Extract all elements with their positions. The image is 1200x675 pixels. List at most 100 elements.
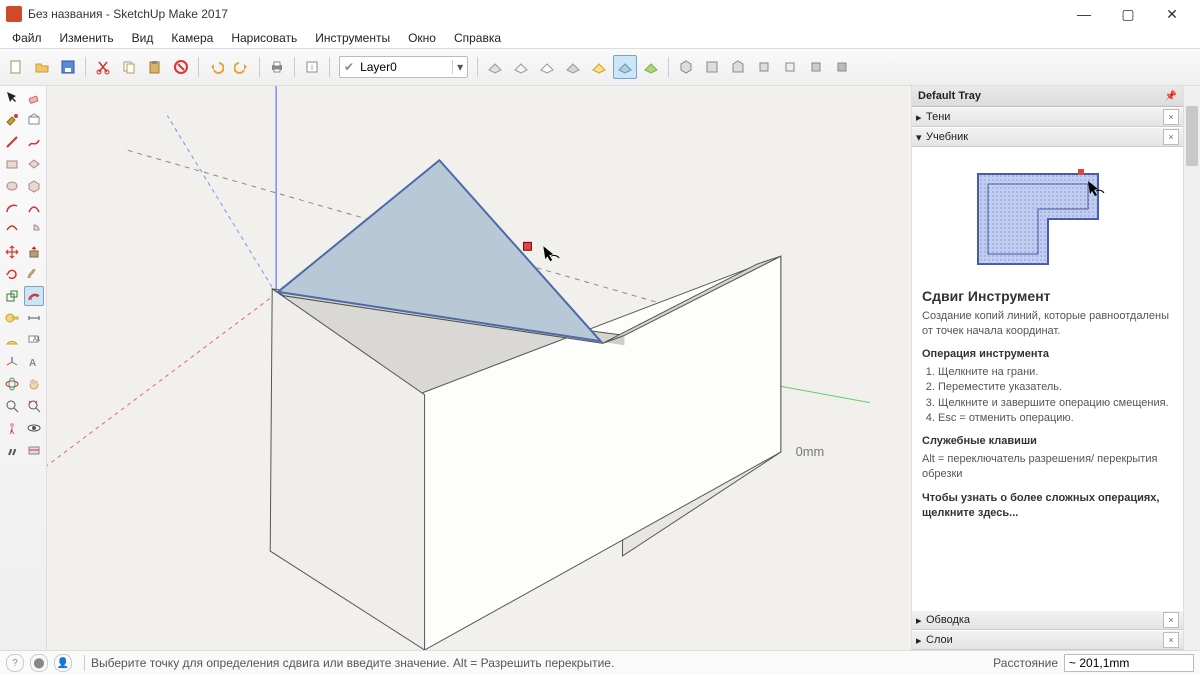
undo-button[interactable] — [204, 55, 228, 79]
menu-camera[interactable]: Камера — [163, 29, 221, 47]
tape-tool[interactable] — [2, 308, 22, 328]
line-tool[interactable] — [2, 132, 22, 152]
svg-text:A: A — [29, 358, 36, 369]
menu-file[interactable]: Файл — [4, 29, 50, 47]
freehand-tool[interactable] — [24, 132, 44, 152]
move-tool[interactable] — [2, 242, 22, 262]
3dtext-tool[interactable]: A — [24, 352, 44, 372]
panel-outliner[interactable]: ▸Обводка × — [912, 610, 1183, 630]
new-button[interactable] — [4, 55, 28, 79]
svg-text:i: i — [311, 63, 313, 72]
view-left-button[interactable] — [804, 55, 828, 79]
paint-tool[interactable] — [2, 110, 22, 130]
delete-button[interactable] — [169, 55, 193, 79]
pan-tool[interactable] — [24, 374, 44, 394]
section-tool[interactable] — [24, 440, 44, 460]
instructor-steps: Щелкните на грани. Переместите указатель… — [938, 365, 1173, 427]
panel-close-icon[interactable]: × — [1163, 109, 1179, 125]
dimension-tool[interactable] — [24, 308, 44, 328]
maximize-button[interactable]: ▢ — [1106, 0, 1150, 28]
pushpull-tool[interactable] — [24, 242, 44, 262]
style-xray-button[interactable] — [483, 55, 507, 79]
panel-close-icon[interactable]: × — [1163, 129, 1179, 145]
zoom-extents-tool[interactable] — [24, 396, 44, 416]
svg-text:A1: A1 — [33, 337, 41, 343]
view-bottom-button[interactable] — [830, 55, 854, 79]
view-back-button[interactable] — [778, 55, 802, 79]
open-button[interactable] — [30, 55, 54, 79]
arc-tool[interactable] — [2, 198, 22, 218]
minimize-button[interactable]: — — [1062, 0, 1106, 28]
polygon-tool[interactable] — [24, 176, 44, 196]
panel-close-icon[interactable]: × — [1163, 632, 1179, 648]
menu-bar: Файл Изменить Вид Камера Нарисовать Инст… — [0, 28, 1200, 48]
zoom-tool[interactable] — [2, 396, 22, 416]
tray-scrollbar[interactable] — [1183, 86, 1200, 650]
menu-draw[interactable]: Нарисовать — [223, 29, 305, 47]
style-hidden-button[interactable] — [535, 55, 559, 79]
view-right-button[interactable] — [752, 55, 776, 79]
select-tool[interactable] — [2, 88, 22, 108]
menu-help[interactable]: Справка — [446, 29, 509, 47]
view-iso-button[interactable] — [674, 55, 698, 79]
3d-viewport[interactable]: 0mm — [47, 86, 911, 650]
panel-shadows[interactable]: ▸Тени × — [912, 107, 1183, 127]
tray-title[interactable]: Default Tray 📌 — [912, 86, 1183, 107]
3pt-arc-tool[interactable] — [2, 220, 22, 240]
layer-visible-icon[interactable]: ✔ — [340, 60, 358, 74]
axes-tool[interactable] — [2, 352, 22, 372]
2pt-arc-tool[interactable] — [24, 198, 44, 218]
style-shaded-button[interactable] — [561, 55, 585, 79]
menu-view[interactable]: Вид — [124, 29, 162, 47]
rectangle-tool[interactable] — [2, 154, 22, 174]
instructor-more-link[interactable]: Чтобы узнать о более сложных операциях, … — [922, 491, 1173, 522]
menu-edit[interactable]: Изменить — [52, 29, 122, 47]
component-tool[interactable] — [24, 110, 44, 130]
scale-tool[interactable] — [2, 286, 22, 306]
view-front-button[interactable] — [726, 55, 750, 79]
menu-tools[interactable]: Инструменты — [307, 29, 398, 47]
orbit-tool[interactable] — [2, 374, 22, 394]
circle-tool[interactable] — [2, 176, 22, 196]
model-info-button[interactable]: i — [300, 55, 324, 79]
measurement-input[interactable] — [1064, 654, 1194, 672]
copy-button[interactable] — [117, 55, 141, 79]
look-around-tool[interactable] — [24, 418, 44, 438]
walk-tool[interactable] — [2, 440, 22, 460]
save-button[interactable] — [56, 55, 80, 79]
offset-tool[interactable] — [24, 286, 44, 306]
pie-tool[interactable] — [24, 220, 44, 240]
tool-palette: A1 A — [0, 86, 47, 650]
window-title: Без названия - SketchUp Make 2017 — [28, 7, 1062, 21]
text-tool[interactable]: A1 — [24, 330, 44, 350]
view-top-button[interactable] — [700, 55, 724, 79]
protractor-tool[interactable] — [2, 330, 22, 350]
eraser-tool[interactable] — [24, 88, 44, 108]
layer-name-input[interactable] — [358, 60, 452, 74]
print-button[interactable] — [265, 55, 289, 79]
redo-button[interactable] — [230, 55, 254, 79]
panel-layers[interactable]: ▸Слои × — [912, 630, 1183, 650]
style-mono-button[interactable] — [613, 55, 637, 79]
instructor-tool-desc: Создание копий линий, которые равноотдал… — [922, 309, 1173, 340]
cut-button[interactable] — [91, 55, 115, 79]
menu-window[interactable]: Окно — [400, 29, 444, 47]
followme-tool[interactable] — [24, 264, 44, 284]
layer-selector[interactable]: ✔ ▾ — [339, 56, 468, 78]
style-textured-button[interactable] — [639, 55, 663, 79]
geo-icon[interactable]: ⬤ — [30, 654, 48, 672]
rotated-rect-tool[interactable] — [24, 154, 44, 174]
panel-close-icon[interactable]: × — [1163, 612, 1179, 628]
position-camera-tool[interactable] — [2, 418, 22, 438]
style-wire-button[interactable] — [509, 55, 533, 79]
main-toolbar: i ✔ ▾ — [0, 48, 1200, 86]
rotate-tool[interactable] — [2, 264, 22, 284]
close-button[interactable]: ✕ — [1150, 0, 1194, 28]
layer-dropdown-icon[interactable]: ▾ — [452, 60, 467, 74]
panel-instructor[interactable]: ▾Учебник × — [912, 127, 1183, 147]
help-icon[interactable]: ? — [6, 654, 24, 672]
pin-icon[interactable]: 📌 — [1165, 91, 1177, 102]
person-icon[interactable]: 👤 — [54, 654, 72, 672]
paste-button[interactable] — [143, 55, 167, 79]
style-shaded-tex-button[interactable] — [587, 55, 611, 79]
